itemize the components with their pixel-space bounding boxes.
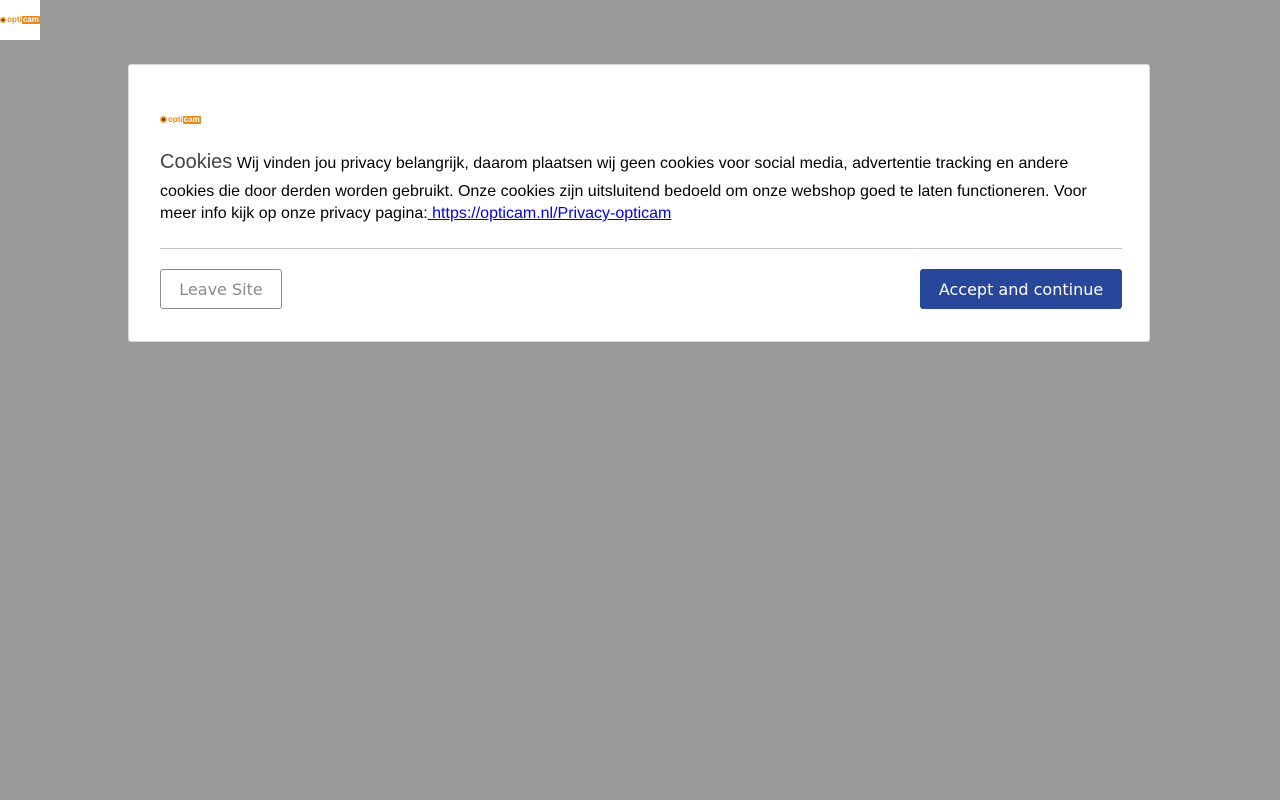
logo-opti-text: opti [7,15,22,24]
logo-opti-text: opti [168,114,183,124]
divider [160,248,1122,249]
accept-and-continue-button[interactable]: Accept and continue [920,269,1122,309]
lens-icon [0,17,7,23]
leave-site-button[interactable]: Leave Site [160,269,282,309]
cookie-message-line1: Wij vinden jou privacy belangrijk, daaro… [236,155,1069,172]
cookie-message-first-line: Cookies Wij vinden jou privacy belangrij… [160,151,1122,181]
corner-logo[interactable]: opti cam [0,0,40,40]
lens-icon [160,116,167,123]
dialog-logo: opti cam [160,110,201,128]
opticam-logo: opti cam [0,16,40,24]
opticam-logo: opti cam [160,114,201,124]
cookie-message: Cookies Wij vinden jou privacy belangrij… [160,151,1122,225]
cookie-consent-dialog: opti cam Cookies Wij vinden jou privacy … [128,64,1150,342]
dialog-title: Cookies [160,151,233,173]
logo-cam-text: cam [182,114,201,124]
privacy-link[interactable]: https://opticam.nl/Privacy-opticam [428,205,671,222]
logo-cam-text: cam [21,15,40,24]
